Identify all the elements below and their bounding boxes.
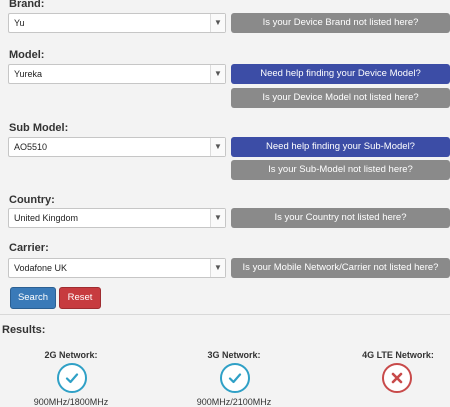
- chevron-down-icon: ▼: [210, 65, 225, 83]
- brand-label: Brand:: [9, 0, 45, 10]
- submodel-select[interactable]: AO5510 ▼: [8, 137, 226, 157]
- model-select[interactable]: Yureka ▼: [8, 64, 226, 84]
- submodel-select-value: AO5510: [14, 142, 48, 152]
- brand-select-value: Yu: [14, 18, 25, 28]
- network-3g-frequency: 900MHz/2100MHz: [196, 397, 272, 407]
- country-select-value: United Kingdom: [14, 213, 79, 223]
- model-not-listed-button[interactable]: Is your Device Model not listed here?: [231, 88, 450, 108]
- carrier-label: Carrier:: [9, 242, 49, 254]
- carrier-select[interactable]: Vodafone UK ▼: [8, 258, 226, 278]
- chevron-down-icon: ▼: [210, 209, 225, 227]
- carrier-not-listed-button[interactable]: Is your Mobile Network/Carrier not liste…: [231, 258, 450, 278]
- check-icon: [220, 363, 250, 393]
- network-2g-title: 2G Network:: [44, 350, 98, 360]
- search-button[interactable]: Search: [10, 287, 56, 309]
- divider: [0, 314, 450, 315]
- network-3g-title: 3G Network:: [207, 350, 261, 360]
- country-label: Country:: [9, 194, 55, 206]
- chevron-down-icon: ▼: [210, 14, 225, 32]
- country-select[interactable]: United Kingdom ▼: [8, 208, 226, 228]
- brand-select[interactable]: Yu ▼: [8, 13, 226, 33]
- model-select-value: Yureka: [14, 69, 43, 79]
- model-label: Model:: [9, 49, 45, 61]
- brand-not-listed-button[interactable]: Is your Device Brand not listed here?: [231, 13, 450, 33]
- network-2g-frequency: 900MHz/1800MHz: [33, 397, 109, 407]
- network-4g-title: 4G LTE Network:: [362, 350, 434, 360]
- chevron-down-icon: ▼: [210, 259, 225, 277]
- carrier-select-value: Vodafone UK: [14, 263, 68, 273]
- submodel-not-listed-button[interactable]: Is your Sub-Model not listed here?: [231, 160, 450, 180]
- country-not-listed-button[interactable]: Is your Country not listed here?: [231, 208, 450, 228]
- submodel-help-button[interactable]: Need help finding your Sub-Model?: [231, 137, 450, 157]
- model-help-button[interactable]: Need help finding your Device Model?: [231, 64, 450, 84]
- cross-icon: [382, 363, 412, 393]
- chevron-down-icon: ▼: [210, 138, 225, 156]
- check-icon: [57, 363, 87, 393]
- submodel-label: Sub Model:: [9, 122, 69, 134]
- reset-button[interactable]: Reset: [59, 287, 101, 309]
- results-title: Results:: [2, 324, 46, 336]
